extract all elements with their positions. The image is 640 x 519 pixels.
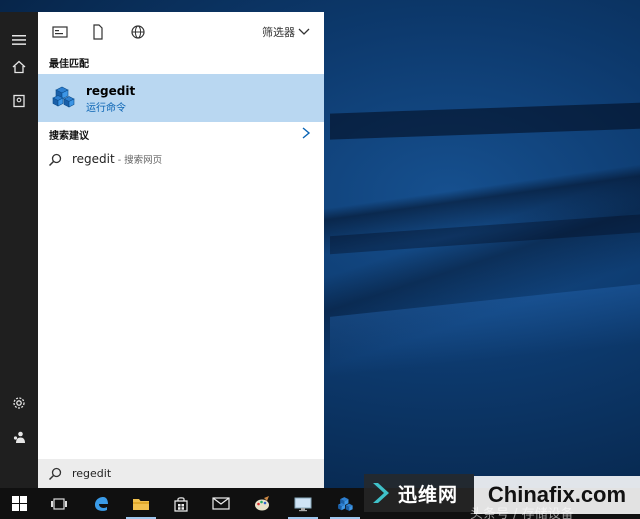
filter-dropdown[interactable]: 筛选器 (262, 24, 310, 40)
mail-button[interactable] (202, 488, 240, 519)
toutiao-watermark: 头条号 / 存储设备 (470, 507, 574, 519)
best-match-heading: 最佳匹配 (49, 59, 89, 70)
chevron-right-icon[interactable] (300, 125, 312, 139)
home-icon[interactable] (9, 60, 29, 80)
suggestion-hint: - 搜索网页 (114, 155, 163, 166)
search-icon (48, 466, 62, 481)
task-view-button[interactable] (40, 488, 78, 519)
suggestion-query: regedit (72, 152, 115, 166)
best-match-result[interactable]: regedit 运行命令 (38, 74, 324, 122)
feedback-people-icon[interactable] (9, 430, 29, 450)
search-toolbar: 筛选器 (38, 12, 324, 52)
file-explorer-button[interactable] (122, 488, 160, 519)
search-input[interactable] (72, 464, 312, 482)
watermark-brand: 迅维网 (398, 483, 459, 506)
windows-logo-icon (11, 496, 27, 511)
notebook-icon[interactable] (9, 94, 29, 114)
task-view-icon (51, 497, 67, 510)
search-results-panel: 筛选器 最佳匹配 regedit 运行命令 搜索建议 regedit - 搜索网… (38, 12, 324, 488)
store-button[interactable] (162, 488, 200, 519)
start-button[interactable] (0, 488, 38, 519)
wallpaper-light-beam (330, 213, 640, 255)
mail-icon (212, 497, 230, 510)
regedit-app-icon (50, 84, 76, 110)
best-match-title: regedit (86, 84, 136, 98)
xunwei-logo-icon (373, 483, 389, 503)
wallpaper-light-beam (330, 283, 640, 377)
hamburger-menu-icon[interactable] (9, 32, 29, 52)
apps-filter-icon[interactable] (50, 22, 70, 42)
regedit-icon (338, 496, 353, 511)
regedit-taskbar-button[interactable] (326, 488, 364, 519)
paint-app-button[interactable] (243, 488, 281, 519)
chevron-down-icon (298, 28, 310, 35)
paint-palette-icon (255, 495, 269, 510)
search-icon (48, 152, 62, 167)
best-match-subtitle: 运行命令 (86, 103, 126, 114)
settings-gear-icon[interactable] (9, 396, 29, 416)
suggestion-text: regedit - 搜索网页 (72, 152, 162, 166)
folder-icon (133, 499, 149, 510)
start-left-rail (0, 12, 38, 488)
web-filter-globe-icon[interactable] (128, 22, 148, 42)
suggestion-item[interactable]: regedit - 搜索网页 (38, 150, 324, 170)
documents-filter-icon[interactable] (88, 22, 108, 42)
monitor-icon (294, 497, 312, 511)
filter-label: 筛选器 (262, 26, 295, 39)
store-bag-icon (174, 496, 188, 512)
edge-icon (95, 496, 108, 511)
edge-browser-button[interactable] (82, 488, 120, 519)
search-suggestions-heading: 搜索建议 (49, 131, 89, 142)
xunwei-watermark: 迅维网 (364, 474, 474, 512)
remote-desktop-button[interactable] (284, 488, 322, 519)
search-box[interactable] (38, 459, 324, 488)
wallpaper-light-beam (330, 102, 640, 140)
